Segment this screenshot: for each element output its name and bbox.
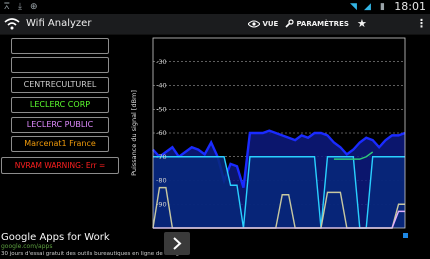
ad-open-button[interactable] — [164, 232, 190, 255]
wifi-status-icon: ⩞ — [4, 2, 10, 12]
app-title: Wifi Analyzer — [26, 18, 92, 29]
action-bar: Wifi Analyzer VUE PARAMÈTRES ★ ⋮ — [0, 14, 430, 35]
ad-banner[interactable]: Google Apps for Work google.com/apps 30 … — [0, 231, 430, 258]
y-tick-label: -60 — [156, 129, 167, 137]
ssid-button-leclerc-public[interactable]: LECLERC PUBLIC — [11, 117, 109, 133]
ssid-button-empty-1[interactable] — [11, 38, 109, 54]
download-icon: ⤓ — [18, 2, 22, 12]
ad-text: 30 jours d'essai gratuit des outils bure… — [1, 251, 188, 257]
ssid-button-marcenat[interactable]: Marcenat1 France — [11, 136, 109, 152]
wifi-analyzer-app-icon[interactable] — [4, 17, 20, 31]
settings-button[interactable]: PARAMÈTRES — [284, 16, 349, 32]
y-tick-label: -30 — [156, 58, 167, 66]
chevron-right-icon — [173, 237, 182, 250]
y-tick-label: -40 — [156, 82, 167, 90]
signal-icon: ⊕ — [30, 2, 38, 12]
nvram-warning-button[interactable]: NVRAM WARNING: Err = — [1, 157, 119, 174]
y-tick-label: -90 — [156, 200, 167, 208]
y-tick-label: -70 — [156, 153, 167, 161]
settings-button-label: PARAMÈTRES — [296, 20, 349, 28]
view-button[interactable]: VUE — [247, 16, 279, 32]
ad-info-icon[interactable] — [403, 233, 408, 238]
view-button-label: VUE — [262, 20, 279, 28]
wrench-icon — [285, 19, 294, 28]
eye-icon — [247, 20, 261, 28]
status-clock: 18:01 — [394, 0, 426, 13]
star-icon[interactable]: ★ — [357, 16, 367, 32]
y-tick-label: -50 — [156, 105, 167, 113]
cell-signal-icon: ◢ — [364, 2, 371, 12]
y-tick-label: -80 — [156, 177, 167, 185]
y-axis-label: Puissance du signal [dBm] — [130, 90, 138, 176]
status-bar: ⩞ ⤓ ⊕ ◥ ◢ ▮ 18:01 — [0, 0, 430, 14]
battery-icon: ▮ — [380, 2, 385, 12]
ssid-button-leclerc-corp[interactable]: LECLERC CORP — [11, 97, 109, 113]
ssid-list: CENTRECULTUREL LECLERC CORP LECLERC PUBL… — [0, 35, 120, 231]
wifi-signal-icon: ◥ — [350, 2, 357, 12]
ssid-button-centreculturel[interactable]: CENTRECULTUREL — [11, 77, 109, 93]
ssid-button-empty-2[interactable] — [11, 57, 109, 73]
signal-strength-chart: -30 -40 -50 -60 -70 -80 -90 Puissance du signa… — [130, 37, 406, 229]
overflow-menu-icon[interactable]: ⋮ — [416, 16, 427, 32]
